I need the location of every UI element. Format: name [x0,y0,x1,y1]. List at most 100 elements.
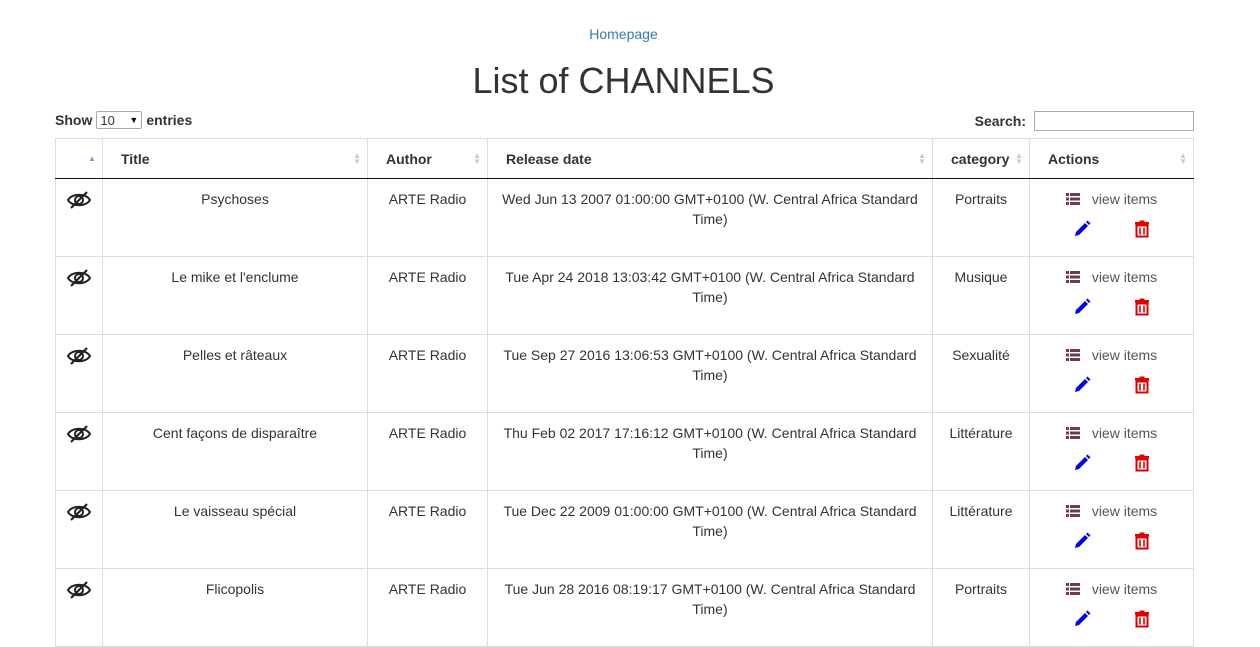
cell-category: Littérature [932,490,1030,569]
column-header-category[interactable]: category ▲ ▼ [932,138,1030,179]
row-toggle-cell[interactable] [55,490,103,569]
delete-button[interactable] [1133,298,1151,316]
list-icon [1065,271,1080,283]
cell-category: Littérature [932,412,1030,491]
cell-author: ARTE Radio [367,568,488,647]
cell-actions: view items [1029,568,1194,647]
column-header-release-date[interactable]: Release date ▲ ▼ [487,138,933,179]
sort-both-icon: ▲ ▼ [1015,150,1023,166]
category-text: Littérature [949,425,1013,441]
homepage-link[interactable]: Homepage [0,26,1247,42]
list-icon [1065,193,1080,205]
category-text: Portraits [954,581,1008,597]
list-icon [1065,349,1080,361]
row-toggle-cell[interactable] [55,178,103,257]
cell-author: ARTE Radio [367,334,488,413]
title-text: Psychoses [201,191,269,207]
cell-release-date: Tue Sep 27 2016 13:06:53 GMT+0100 (W. Ce… [487,334,933,413]
show-label: Show [55,112,93,128]
trash-icon [1134,454,1149,472]
cell-author: ARTE Radio [367,256,488,335]
eye-slash-icon[interactable] [66,267,92,289]
column-header-label: category [951,150,1010,167]
column-header-label: Author [386,150,432,167]
channels-table: ▲ Title ▲ ▼ Author ▲ ▼ Release date ▲ ▼ cat… [55,138,1194,647]
trash-icon [1134,298,1149,316]
search-input[interactable] [1034,111,1194,131]
edit-button[interactable] [1073,610,1091,628]
eye-slash-icon[interactable] [66,423,92,445]
edit-button[interactable] [1073,298,1091,316]
table-row: Psychoses ARTE Radio Wed Jun 13 2007 01:… [55,178,1194,257]
category-text: Musique [954,269,1008,285]
cell-title: Psychoses [102,178,368,257]
delete-button[interactable] [1133,376,1151,394]
view-items-button[interactable]: view items [1065,501,1158,521]
edit-button[interactable] [1073,376,1091,394]
edit-button[interactable] [1073,454,1091,472]
view-items-label: view items [1091,347,1158,363]
cell-release-date: Tue Dec 22 2009 01:00:00 GMT+0100 (W. Ce… [487,490,933,569]
column-header-title[interactable]: Title ▲ ▼ [102,138,368,179]
cell-author: ARTE Radio [367,178,488,257]
pencil-icon [1074,610,1090,626]
row-action-icons [1040,376,1183,394]
cell-title: Pelles et râteaux [102,334,368,413]
cell-release-date: Thu Feb 02 2017 17:16:12 GMT+0100 (W. Ce… [487,412,933,491]
cell-title: Flicopolis [102,568,368,647]
view-items-label: view items [1091,581,1158,597]
title-text: Le mike et l'enclume [171,269,299,285]
view-items-button[interactable]: view items [1065,579,1158,599]
author-text: ARTE Radio [388,191,467,207]
column-header-toggle[interactable]: ▲ [55,138,103,179]
release-date-text: Tue Sep 27 2016 13:06:53 GMT+0100 (W. Ce… [503,347,917,383]
search-control: Search: [975,111,1194,131]
trash-icon [1134,220,1149,238]
cell-actions: view items [1029,490,1194,569]
column-header-author[interactable]: Author ▲ ▼ [367,138,488,179]
eye-slash-icon[interactable] [66,345,92,367]
delete-button[interactable] [1133,610,1151,628]
table-row: Pelles et râteaux ARTE Radio Tue Sep 27 … [55,334,1194,413]
row-toggle-cell[interactable] [55,256,103,335]
column-header-label: Actions [1048,150,1100,167]
row-toggle-cell[interactable] [55,412,103,491]
eye-slash-icon[interactable] [66,501,92,523]
cell-release-date: Tue Jun 28 2016 08:19:17 GMT+0100 (W. Ce… [487,568,933,647]
row-action-icons [1040,298,1183,316]
column-header-label: Release date [506,150,592,167]
edit-button[interactable] [1073,220,1091,238]
view-items-label: view items [1091,503,1158,519]
view-items-button[interactable]: view items [1065,423,1157,443]
sort-both-icon: ▲ ▼ [353,150,361,166]
row-toggle-cell[interactable] [55,568,103,647]
cell-title: Cent façons de disparaître [102,412,368,491]
delete-button[interactable] [1133,532,1151,550]
category-text: Portraits [954,191,1008,207]
column-header-actions[interactable]: Actions ▲ ▼ [1029,138,1194,179]
delete-button[interactable] [1133,454,1151,472]
chevron-down-icon: ▼ [129,115,139,125]
list-icon [1065,583,1080,595]
pencil-icon [1074,376,1090,392]
row-toggle-cell[interactable] [55,334,103,413]
view-items-button[interactable]: view items [1065,267,1157,287]
cell-actions: view items [1029,334,1194,413]
title-text: Pelles et râteaux [182,347,288,363]
sort-both-icon: ▲ ▼ [918,150,926,166]
table-header-row: ▲ Title ▲ ▼ Author ▲ ▼ Release date ▲ ▼ cat… [55,138,1194,179]
edit-button[interactable] [1073,532,1091,550]
cell-title: Le mike et l'enclume [102,256,368,335]
author-text: ARTE Radio [388,347,467,363]
release-date-text: Wed Jun 13 2007 01:00:00 GMT+0100 (W. Ce… [502,191,918,227]
cell-category: Portraits [932,178,1030,257]
delete-button[interactable] [1133,220,1151,238]
view-items-button[interactable]: view items [1065,345,1158,365]
entries-select[interactable]: 10 ▼ [96,111,143,129]
view-items-button[interactable]: view items [1065,189,1158,209]
eye-slash-icon[interactable] [66,189,92,211]
cell-category: Portraits [932,568,1030,647]
view-items-label: view items [1091,191,1158,207]
cell-title: Le vaisseau spécial [102,490,368,569]
table-row: Le vaisseau spécial ARTE Radio Tue Dec 2… [55,490,1194,569]
